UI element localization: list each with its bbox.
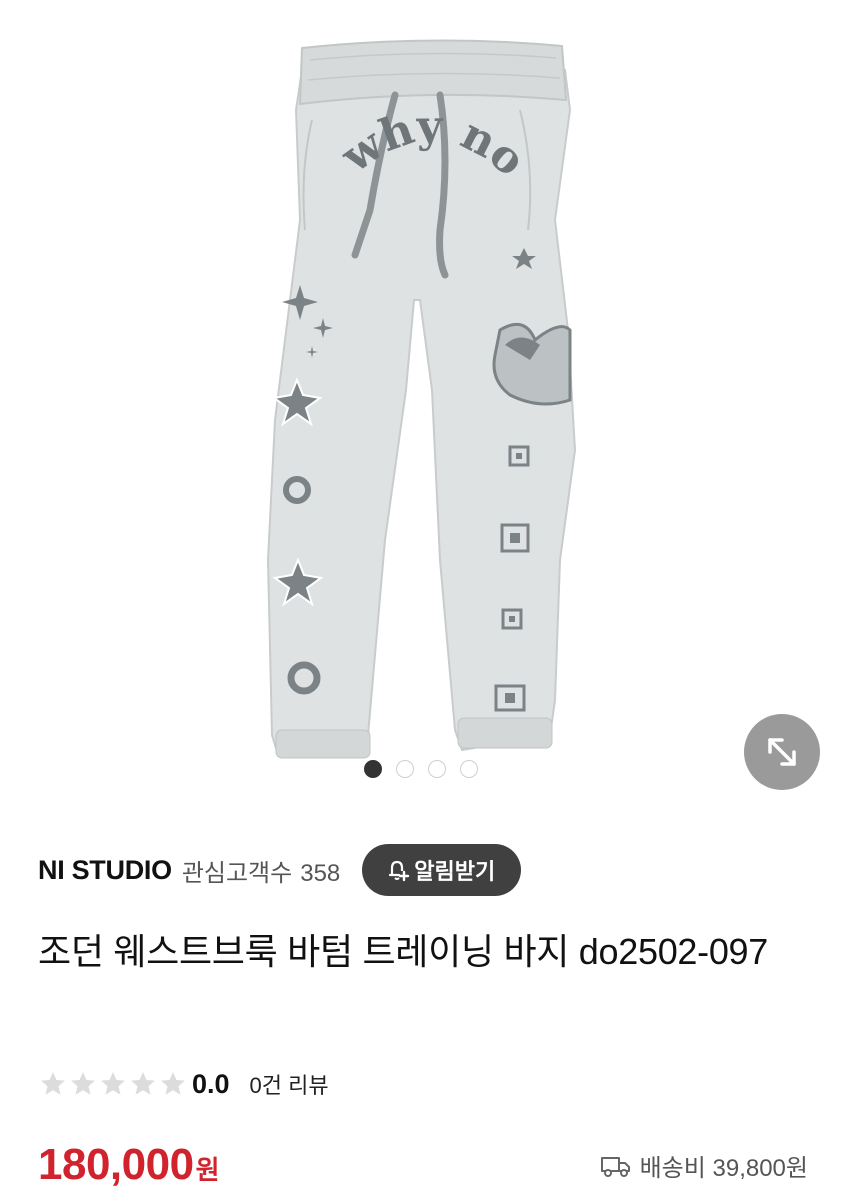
rating-score: 0.0 [192,1068,230,1099]
star-icon [41,1072,65,1095]
carousel-dot-1[interactable] [364,760,382,778]
star-icon [161,1072,185,1095]
price-row: 180,000원 배송비 39,800원 [38,1140,808,1200]
star-rating [38,1069,188,1099]
star-icon [101,1072,125,1095]
star-icon [71,1072,95,1095]
product-image-carousel[interactable]: why not? [0,0,842,820]
price-unit: 원 [195,1155,220,1185]
store-row: NI STUDIO 관심고객수 358 알림받기 [38,844,522,896]
truck-icon [600,1156,630,1177]
price: 180,000원 [38,1140,219,1190]
followers-info: 관심고객수 358 [182,853,340,888]
carousel-indicator [0,760,842,782]
review-count[interactable]: 0건 리뷰 [250,1068,329,1100]
carousel-dot-2[interactable] [396,760,414,778]
notify-label: 알림받기 [414,859,496,884]
star-icon [131,1072,155,1095]
price-amount: 180,000 [38,1140,194,1189]
shipping-info: 배송비 39,800원 [600,1148,808,1183]
store-name[interactable]: NI STUDIO [38,855,172,886]
notify-button[interactable]: 알림받기 [362,844,522,896]
product-title: 조던 웨스트브룩 바텀 트레이닝 바지 do2502-097 [38,931,768,972]
followers-count: 358 [300,859,341,887]
carousel-dot-4[interactable] [460,760,478,778]
product-image[interactable]: why not? [0,0,842,820]
followers-label: 관심고객수 [181,859,293,887]
bell-plus-icon [389,860,410,882]
shipping-label: 배송비 39,800원 [639,1155,808,1182]
rating-row[interactable]: 0.0 0건 리뷰 [38,1064,329,1104]
carousel-dot-3[interactable] [428,760,446,778]
